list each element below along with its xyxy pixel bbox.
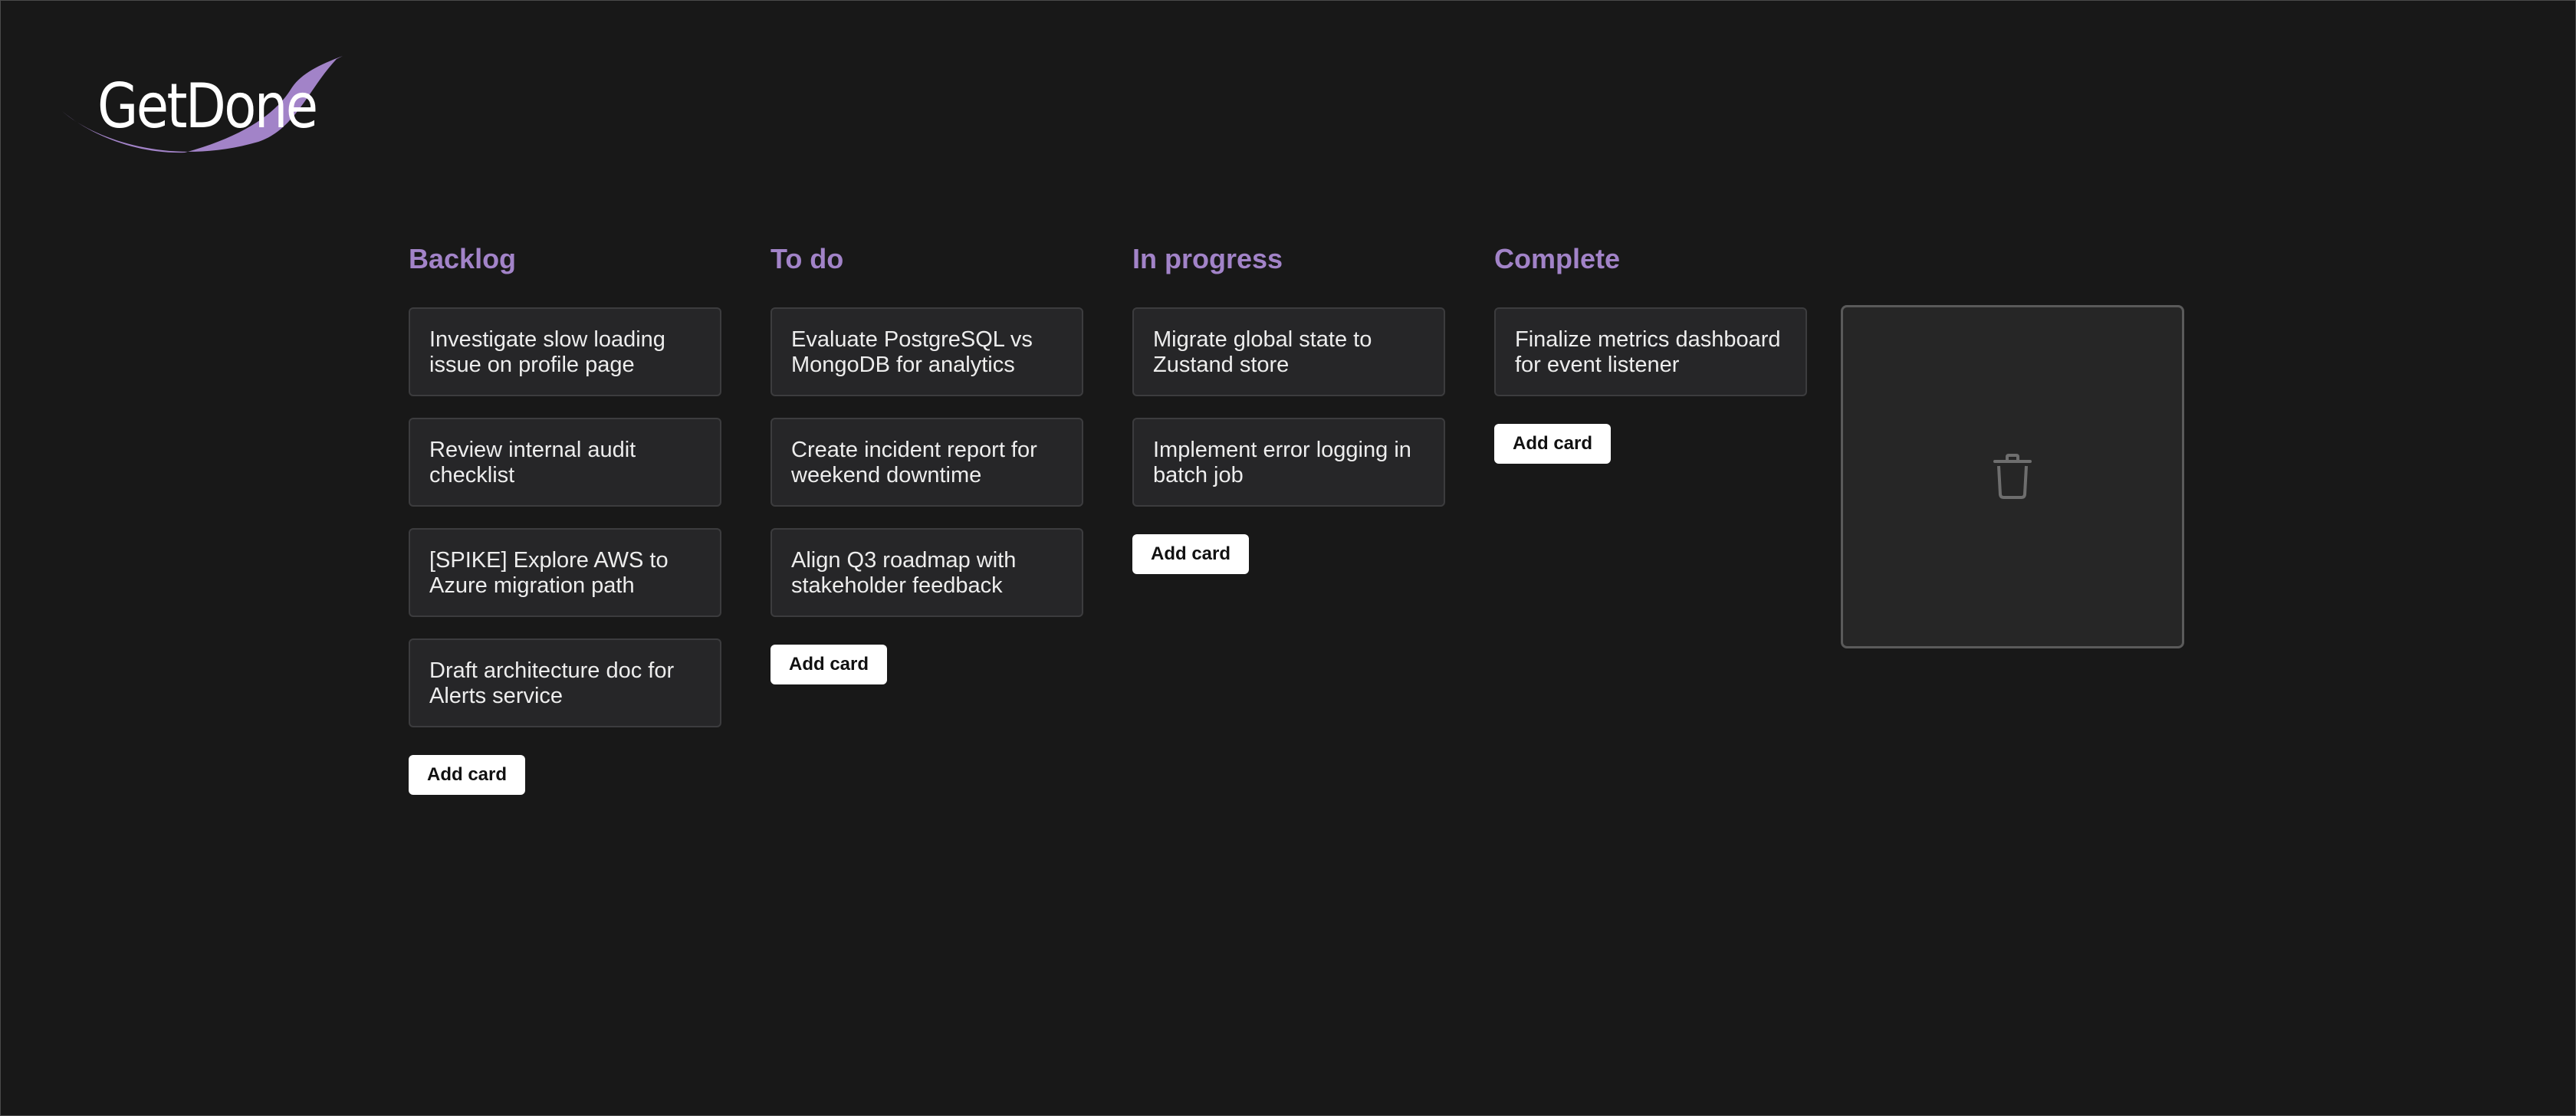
card[interactable]: Draft architecture doc for Alerts servic…	[409, 638, 721, 727]
page: GetDone Backlog Investigate slow loading…	[0, 0, 2576, 1116]
add-card-button[interactable]: Add card	[409, 755, 526, 795]
column-title: To do	[770, 243, 844, 274]
trash-drop-zone[interactable]	[1841, 305, 2184, 648]
column-backlog: Backlog Investigate slow loading issue o…	[409, 243, 721, 795]
card[interactable]: Create incident report for weekend downt…	[770, 418, 1083, 507]
column-complete: Complete Finalize metrics dashboard for …	[1494, 243, 1807, 464]
column-title: Backlog	[409, 243, 517, 274]
logo-text: GetDone	[97, 71, 318, 142]
add-card-button[interactable]: Add card	[770, 645, 888, 684]
column-in-progress: In progress Migrate global state to Zust…	[1132, 243, 1445, 574]
card[interactable]: Finalize metrics dashboard for event lis…	[1494, 307, 1807, 396]
trash-icon	[1993, 454, 2032, 499]
add-card-button[interactable]: Add card	[1132, 534, 1250, 574]
card[interactable]: Migrate global state to Zustand store	[1132, 307, 1445, 396]
column-title: Complete	[1494, 243, 1621, 274]
card[interactable]: Review internal audit checklist	[409, 418, 721, 507]
logo: GetDone	[61, 53, 344, 176]
card[interactable]: Implement error logging in batch job	[1132, 418, 1445, 507]
kanban-board: Backlog Investigate slow loading issue o…	[409, 243, 2184, 795]
card[interactable]: [SPIKE] Explore AWS to Azure migration p…	[409, 528, 721, 617]
card[interactable]: Investigate slow loading issue on profil…	[409, 307, 721, 396]
card[interactable]: Evaluate PostgreSQL vs MongoDB for analy…	[770, 307, 1083, 396]
column-todo: To do Evaluate PostgreSQL vs MongoDB for…	[770, 243, 1083, 684]
column-title: In progress	[1132, 243, 1283, 274]
add-card-button[interactable]: Add card	[1494, 424, 1612, 464]
card[interactable]: Align Q3 roadmap with stakeholder feedba…	[770, 528, 1083, 617]
